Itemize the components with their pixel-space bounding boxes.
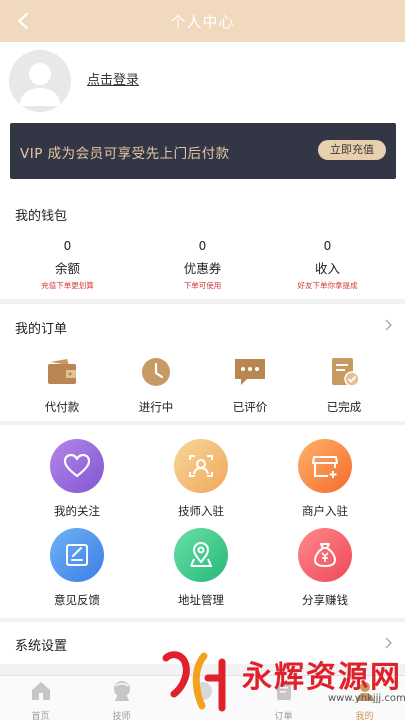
clock-icon [142, 358, 170, 386]
default-avatar-icon [19, 63, 61, 106]
tool-icon-circle [298, 528, 352, 582]
tool-icon-circle [298, 439, 352, 493]
chevron-left-icon [17, 12, 29, 30]
order-item-completed[interactable]: 已完成 [304, 356, 384, 415]
wallet-value: 0 [198, 239, 207, 253]
wallet-hint: 好友下单你拿提成 [297, 281, 358, 290]
tab-center[interactable] [162, 679, 243, 709]
heart-icon [63, 453, 91, 478]
tool-feedback[interactable]: 意见反馈 [17, 528, 137, 608]
order-item-reviewed[interactable]: 已评价 [210, 356, 290, 415]
wallet-hint: 下单可使用 [183, 281, 222, 290]
feedback-icon [66, 544, 88, 566]
tool-label: 我的关注 [54, 504, 100, 518]
wallet-item-coupon[interactable]: 0 优惠券 下单可使用 [135, 239, 270, 291]
money-bag-icon [313, 543, 337, 568]
wallet-item-income[interactable]: 0 收入 好友下单你拿提成 [260, 239, 395, 291]
services-grid: 我的关注 技师入驻 商户入驻 意见反馈 地址管理 分享赚钱 [0, 425, 405, 618]
tab-technician[interactable]: 技师 [81, 679, 162, 720]
order-item-label: 已评价 [232, 400, 268, 414]
wallet-icon [48, 359, 76, 384]
wallet-label: 收入 [314, 261, 340, 276]
tool-icon-circle [50, 439, 104, 493]
page-title: 个人中心 [170, 12, 235, 31]
vip-banner-section: VIP 成为会员可享受先上门后付款 立即充值 [0, 117, 405, 187]
technician-tab-icon [113, 681, 130, 701]
orders-title: 我的订单 [15, 322, 68, 337]
done-icon [332, 358, 360, 387]
tool-icon-circle [174, 528, 228, 582]
top-nav-bar: 个人中心 [0, 0, 405, 42]
tool-technician-join[interactable]: 技师入驻 [141, 439, 261, 519]
order-item-in-progress[interactable]: 进行中 [116, 356, 196, 415]
avatar[interactable] [9, 50, 71, 112]
orders-section: 我的订单 代付款 进行中 已评价 已完成 [0, 304, 405, 421]
vip-banner: VIP 成为会员可享受先上门后付款 立即充值 [10, 123, 396, 179]
chevron-right-icon[interactable] [381, 318, 395, 332]
order-item-label: 进行中 [138, 400, 174, 414]
tool-label: 意见反馈 [54, 593, 100, 607]
tab-orders[interactable]: 订单 [243, 679, 324, 720]
chevron-right-icon [385, 637, 392, 649]
tool-my-follows[interactable]: 我的关注 [17, 439, 137, 519]
order-item-pending-payment[interactable]: 代付款 [22, 356, 102, 415]
wallet-value: 0 [323, 239, 332, 253]
back-button[interactable] [10, 8, 36, 34]
order-item-label: 已完成 [326, 400, 362, 414]
tool-label: 地址管理 [178, 593, 224, 607]
tab-label: 首页 [31, 712, 50, 720]
bottom-tab-bar: 首页 技师 订单 我的 [0, 675, 405, 720]
tool-label: 商户入驻 [302, 504, 348, 518]
tool-label: 技师入驻 [178, 504, 224, 518]
tool-merchant-join[interactable]: 商户入驻 [265, 439, 385, 519]
wallet-section: 我的钱包 0 余额 充值下单更划算 0 优惠券 下单可使用 0 收入 好友下单你… [0, 187, 405, 299]
tool-label: 分享赚钱 [302, 593, 348, 607]
tool-icon-circle [50, 528, 104, 582]
vip-banner-text: VIP 成为会员可享受先上门后付款 [20, 146, 230, 162]
login-link[interactable]: 点击登录 [87, 69, 139, 88]
comment-icon [235, 359, 265, 385]
wallet-title: 我的钱包 [15, 209, 68, 224]
tool-share-earn[interactable]: 分享赚钱 [265, 528, 385, 608]
tab-mine[interactable]: 我的 [324, 679, 405, 720]
wallet-label: 优惠券 [183, 261, 222, 276]
system-settings-row[interactable]: 系统设置 [0, 622, 405, 664]
order-item-label: 代付款 [44, 400, 80, 414]
wallet-item-balance[interactable]: 0 余额 充值下单更划算 [0, 239, 135, 291]
location-icon [190, 541, 213, 567]
tool-icon-circle [174, 439, 228, 493]
wallet-hint: 充值下单更划算 [41, 281, 94, 290]
tab-home[interactable]: 首页 [0, 679, 81, 720]
tab-label: 订单 [274, 712, 293, 720]
home-icon [31, 682, 50, 700]
wallet-label: 余额 [54, 261, 80, 276]
tool-address-manage[interactable]: 地址管理 [141, 528, 261, 608]
user-tab-icon [355, 682, 374, 701]
tab-label: 技师 [112, 712, 131, 720]
shop-icon [312, 456, 338, 478]
settings-title: 系统设置 [15, 639, 68, 654]
profile-section: 点击登录 [0, 42, 405, 117]
tab-label: 我的 [355, 712, 374, 720]
order-tab-icon [276, 682, 291, 700]
wallet-value: 0 [63, 239, 72, 253]
center-tab-icon [193, 682, 212, 700]
technician-icon [189, 455, 213, 477]
recharge-button[interactable]: 立即充值 [318, 140, 386, 160]
